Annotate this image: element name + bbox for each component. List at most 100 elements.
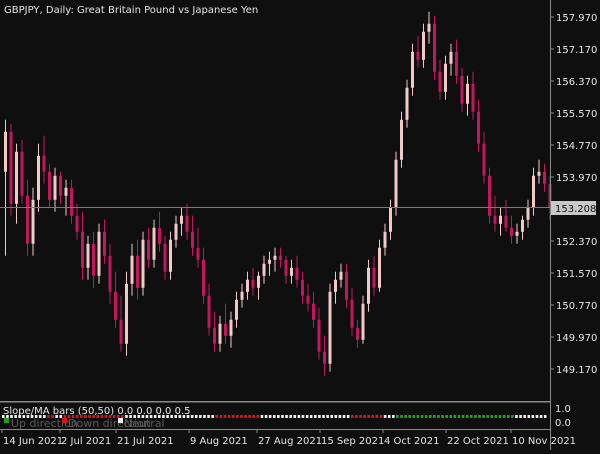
indicator-bar (182, 415, 186, 418)
indicator-bar (342, 415, 346, 418)
candle-body (411, 51, 414, 88)
candle-body (240, 291, 244, 300)
indicator-bar (502, 415, 506, 418)
candle-body (53, 175, 57, 200)
price-tick-label: 157.170 (556, 45, 597, 56)
price-tick-label: 156.370 (556, 77, 597, 88)
chart-canvas[interactable]: 157.970 157.170 156.370 155.570 154.770 153.9… (0, 0, 600, 450)
candle-body (15, 151, 18, 204)
candle-body (543, 171, 546, 184)
candle-body (449, 51, 453, 64)
price-tick-label: 149.970 (556, 333, 597, 344)
indicator-bar (260, 415, 264, 418)
indicator-bar (539, 415, 543, 418)
candle-body (169, 239, 172, 272)
candle-body (405, 87, 409, 120)
indicator-bar (256, 415, 260, 418)
indicator-bar (293, 415, 297, 418)
indicator-bar (543, 415, 547, 418)
indicator-bar (252, 415, 256, 418)
candle-body (526, 207, 530, 220)
candle-body (306, 295, 310, 304)
indicator-bar (231, 415, 235, 418)
indicator-bar (449, 415, 453, 418)
candle-body (334, 279, 337, 292)
candle-body (213, 327, 216, 344)
candle-body (488, 175, 491, 216)
candle-body (26, 195, 29, 244)
candle-body (471, 83, 475, 112)
candle (433, 15, 436, 80)
candle-body (218, 323, 222, 344)
indicator-bar (272, 415, 276, 418)
indicator-bar (350, 415, 354, 418)
indicator-bar (334, 415, 338, 418)
candle-body (119, 319, 123, 344)
time-tick-label: 9 Aug 2021 (190, 436, 248, 447)
indicator-bar (211, 415, 214, 418)
candle-body (9, 131, 13, 204)
indicator-bar (453, 415, 457, 418)
candle-body (130, 255, 134, 284)
legend-neutral-swatch (118, 418, 123, 423)
indicator-bar (166, 415, 169, 418)
candle-body (20, 151, 24, 196)
time-tick-label: 21 Jul 2021 (117, 436, 174, 447)
candle-body (185, 215, 189, 232)
indicator-bar (416, 415, 420, 418)
indicator-bar (305, 415, 309, 418)
candle-body (125, 283, 128, 344)
candle-body (427, 23, 431, 32)
legend-up-swatch (4, 418, 9, 423)
indicator-bar (194, 415, 198, 418)
candle-body (273, 255, 277, 260)
candle-body (328, 291, 332, 364)
candle-body (268, 259, 271, 264)
indicator-bar (383, 415, 387, 418)
candle-body (350, 299, 354, 328)
indicator-bar (289, 415, 292, 418)
candle-body (207, 295, 211, 328)
candle-body (59, 175, 62, 196)
indicator-bar (396, 415, 399, 418)
current-price-label: 153.208 (555, 204, 596, 215)
candle-body (246, 279, 249, 292)
indicator-bar (359, 415, 362, 418)
indicator-bar (519, 415, 522, 418)
candle-body (312, 303, 315, 320)
indicator-bar (223, 415, 227, 418)
candle-body (75, 215, 79, 232)
indicator-bar (170, 415, 173, 418)
candle-body (521, 219, 524, 232)
indicator-bar (523, 415, 526, 418)
indicator-bar (240, 415, 243, 418)
indicator-bar (408, 415, 412, 418)
candle-body (191, 231, 194, 248)
candle-body (444, 63, 447, 92)
legend-down-swatch (62, 418, 67, 423)
indicator-bar (277, 415, 280, 418)
indicator-bar (535, 415, 539, 418)
indicator-bar (428, 415, 432, 418)
candle-body (141, 239, 145, 288)
time-tick-label: 14 Jun 2021 (3, 436, 63, 447)
indicator-bar (248, 415, 251, 418)
time-tick-label: 4 Oct 2021 (384, 436, 439, 447)
candle-body (416, 51, 420, 60)
indicator-bar (367, 415, 370, 418)
indicator-bar (490, 415, 494, 418)
indicator-bar (190, 415, 194, 418)
chart-window[interactable]: 157.970 157.170 156.370 155.570 154.770 153.9… (0, 0, 600, 450)
candle-body (136, 255, 139, 288)
price-tick-label: 157.970 (556, 13, 597, 24)
candle-body (504, 215, 508, 228)
candle-body (361, 303, 365, 340)
price-scale-border (550, 0, 551, 450)
indicator-bar (478, 415, 481, 418)
candle-body (515, 231, 519, 236)
indicator-bar (482, 415, 485, 418)
indicator-axis-label-bottom: 0.0 (555, 418, 571, 429)
indicator-bar (309, 415, 313, 418)
candle-body (180, 215, 183, 224)
indicator-bar (281, 415, 284, 418)
